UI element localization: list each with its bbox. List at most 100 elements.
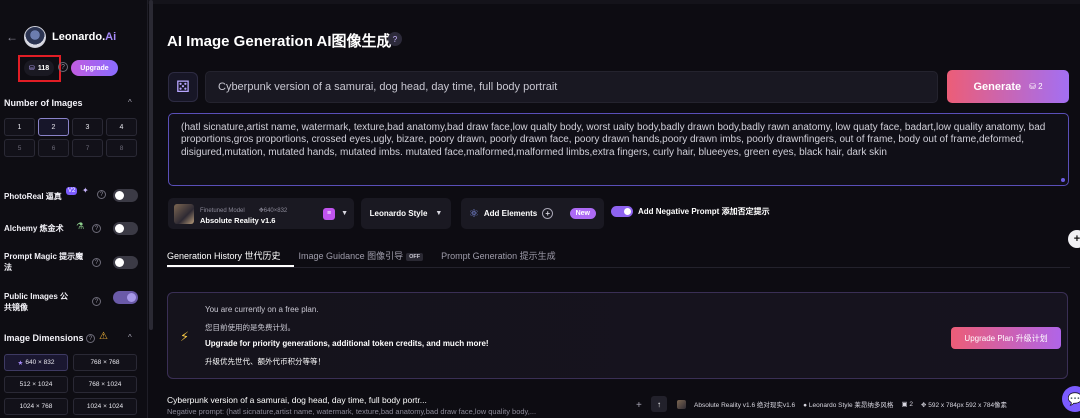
dimension-option[interactable]: 1024 × 1024 [73, 398, 137, 415]
history-style: ● Leonardo Style 莱昂纳多风格 [803, 402, 894, 409]
style-label: Leonardo Style [369, 209, 428, 218]
sidebar: ← Leonardo.Ai ⛁ 118 ? Upgrade Number of … [0, 0, 148, 418]
potion-icon: ⚗ [76, 221, 85, 231]
model-thumbnail [677, 399, 686, 409]
chevron-down-icon[interactable]: ▼ [341, 210, 348, 217]
add-elements-label: Add Elements [483, 209, 538, 218]
alchemy-toggle[interactable] [113, 222, 138, 235]
brand: ← Leonardo.Ai [6, 26, 116, 48]
help-icon[interactable]: ? [58, 62, 68, 72]
banner-line-1: You are currently on a free plan. [205, 305, 319, 314]
tab-image-guidance[interactable]: Image Guidance 图像引导 OFF [299, 249, 424, 262]
generate-cost: ⛁ 2 [1029, 82, 1043, 91]
dimension-option[interactable]: 768 × 768 [73, 354, 137, 371]
dice-icon[interactable]: ⚄ [168, 72, 198, 102]
tab-generation-history[interactable]: Generation History 世代历史 [167, 249, 281, 262]
chevron-up-icon[interactable]: ^ [128, 333, 132, 342]
photoreal-row: PhotoReal 逼真 V2 ✦ ? [4, 185, 140, 207]
history-item-negative: Negative prompt: (hatl sicnature,artist … [167, 407, 537, 416]
token-count: 118 [37, 64, 50, 72]
image-dimensions-title: Image Dimensions [4, 333, 84, 343]
plus-icon[interactable]: + [636, 400, 642, 411]
chevron-up-icon[interactable]: ^ [128, 98, 132, 107]
model-meta: Finetuned Model ✥640×832 Absolute Reality… [200, 207, 288, 225]
num-images-option[interactable]: 3 [72, 118, 103, 136]
alchemy-row: Alchemy 炼金术 ⚗ ? [4, 221, 140, 235]
brand-name: Leonardo.Ai [52, 31, 117, 43]
photoreal-badge: V2 [66, 187, 78, 195]
model-settings-icon[interactable]: ≡ [323, 207, 336, 220]
num-images-option[interactable]: 4 [106, 118, 137, 136]
num-images-option[interactable]: 2 [38, 118, 69, 136]
off-badge: OFF [406, 252, 424, 261]
tabs-divider [167, 267, 1070, 268]
history-dims: ✥ 592 x 784px 592 x 784像素 [921, 402, 1008, 409]
upgrade-button[interactable]: Upgrade [71, 60, 118, 76]
add-negative-label: Add Negative Prompt 添加否定提示 [638, 207, 770, 216]
style-selector[interactable]: Leonardo Style ▼ [361, 198, 451, 229]
help-icon[interactable]: ? [97, 190, 106, 199]
dimensions-grid: ★ 640 × 832 768 × 768 512 × 1024 768 × 10… [4, 354, 138, 415]
tab-prompt-generation[interactable]: Prompt Generation 提示生成 [441, 249, 556, 262]
lightning-icon: ⚡ [180, 329, 190, 344]
avatar[interactable] [24, 26, 46, 48]
prompt-magic-toggle[interactable] [113, 256, 138, 269]
help-icon[interactable]: ? [92, 258, 101, 267]
history-model: Absolute Reality v1.6 绝对现实v1.6 [694, 402, 796, 409]
help-icon[interactable]: ? [92, 297, 101, 306]
dimension-option[interactable]: ★ 640 × 832 [4, 354, 68, 371]
generate-button[interactable]: Generate ⛁ 2 [947, 70, 1069, 103]
page-title: AI Image Generation AI图像生成 [167, 33, 392, 50]
plus-icon[interactable]: + [1068, 230, 1080, 248]
token-balance[interactable]: ⛁ 118 [24, 60, 55, 76]
number-of-images-title: Number of Images [4, 98, 83, 108]
model-name: Absolute Reality v1.6 [200, 215, 276, 225]
photoreal-toggle[interactable] [113, 189, 138, 202]
star-icon: ★ [17, 359, 24, 367]
alchemy-label: Alchemy 炼金术 [4, 223, 64, 233]
atom-icon: ⚛ [469, 208, 479, 220]
public-images-label: Public Images 公共镜像 [4, 292, 69, 312]
plus-icon: + [542, 208, 554, 219]
info-icon[interactable]: ? [388, 32, 402, 46]
history-item-meta: Absolute Reality v1.6 绝对现实v1.6 ● Leonard… [677, 399, 1007, 409]
banner-line-3: Upgrade for priority generations, additi… [205, 339, 489, 348]
help-icon[interactable]: ? [86, 334, 95, 343]
dimension-option[interactable]: 768 × 1024 [73, 376, 137, 393]
main-panel: AI Image Generation AI图像生成 ? ⚄ Cyberpunk… [160, 0, 1080, 418]
history-count: ▣ 2 [901, 401, 914, 408]
arrow-up-icon[interactable]: ↑ [651, 396, 667, 412]
num-images-option[interactable]: 5 [4, 139, 35, 157]
banner-line-4: 升级优先世代、额外代币积分等等！ [205, 357, 325, 366]
prompt-input[interactable]: Cyberpunk version of a samurai, dog head… [205, 71, 938, 103]
camera-icon: ✦ [82, 186, 89, 195]
model-thumbnail [174, 203, 194, 224]
generate-label: Generate [973, 80, 1022, 93]
tabs: Generation History 世代历史 Image Guidance 图… [167, 249, 556, 262]
add-elements-button[interactable]: ⚛ Add Elements + New [461, 198, 604, 229]
num-images-option[interactable]: 6 [38, 139, 69, 157]
public-images-toggle[interactable] [113, 291, 138, 304]
upgrade-plan-button[interactable]: Upgrade Plan 升级计划 [951, 327, 1061, 349]
num-images-option[interactable]: 7 [72, 139, 103, 157]
back-arrow-icon[interactable]: ← [6, 30, 18, 44]
negative-prompt-input[interactable]: (hatl sicnature,artist name, watermark, … [168, 113, 1069, 186]
negative-prompt-switch[interactable] [611, 206, 633, 217]
help-icon[interactable]: ? [92, 224, 101, 233]
token-icon: ⛁ [29, 65, 35, 72]
add-negative-prompt-toggle[interactable]: Add Negative Prompt 添加否定提示 [611, 206, 770, 217]
negative-prompt-text: (hatl sicnature,artist name, watermark, … [181, 122, 1046, 158]
new-badge: New [569, 208, 596, 219]
model-selector[interactable]: Finetuned Model ✥640×832 Absolute Reality… [168, 198, 354, 229]
number-of-images-grid: 1 2 3 4 5 6 7 8 [4, 118, 138, 157]
dimension-option[interactable]: 512 × 1024 [4, 376, 68, 393]
history-item-title[interactable]: Cyberpunk version of a samurai, dog head… [167, 395, 427, 405]
sidebar-scrollbar[interactable] [149, 0, 153, 330]
free-plan-banner: ⚡ You are currently on a free plan. 您目前使… [167, 292, 1068, 379]
num-images-option[interactable]: 8 [106, 139, 137, 157]
banner-line-2: 您目前使用的是免费计划。 [205, 323, 295, 332]
chevron-down-icon: ▼ [435, 210, 443, 217]
resize-handle-icon[interactable] [1061, 178, 1065, 182]
num-images-option[interactable]: 1 [4, 118, 35, 136]
dimension-option[interactable]: 1024 × 768 [4, 398, 68, 415]
